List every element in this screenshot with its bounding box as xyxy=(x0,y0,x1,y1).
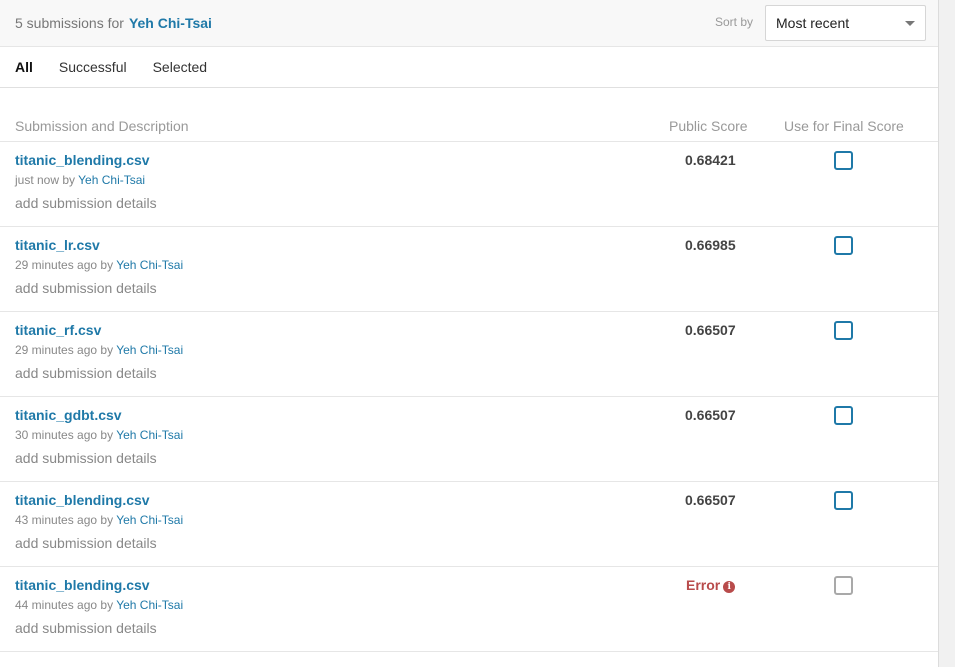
submission-meta: 29 minutes ago by Yeh Chi-Tsai xyxy=(15,258,183,272)
submission-user-link[interactable]: Yeh Chi-Tsai xyxy=(116,598,183,612)
add-details-link[interactable]: add submission details xyxy=(15,620,157,636)
filter-tabs: All Successful Selected xyxy=(0,47,938,88)
tab-all[interactable]: All xyxy=(15,59,33,75)
final-score-checkbox-disabled[interactable] xyxy=(834,576,853,595)
table-header: Submission and Description Public Score … xyxy=(0,88,938,142)
submission-time: just now by xyxy=(15,173,79,187)
public-score: 0.66985 xyxy=(685,237,736,253)
final-score-checkbox[interactable] xyxy=(834,151,853,170)
public-score: 0.68421 xyxy=(685,152,736,168)
column-header-final-score: Use for Final Score xyxy=(784,118,904,134)
sort-label: Sort by xyxy=(715,15,754,29)
submission-time: 43 minutes ago by xyxy=(15,513,117,527)
table-row: titanic_blending.csv just now by Yeh Chi… xyxy=(0,142,938,227)
add-details-link[interactable]: add submission details xyxy=(15,365,157,381)
add-details-link[interactable]: add submission details xyxy=(15,280,157,296)
submission-file-link[interactable]: titanic_blending.csv xyxy=(15,492,150,508)
submission-meta: 30 minutes ago by Yeh Chi-Tsai xyxy=(15,428,183,442)
submission-user-link[interactable]: Yeh Chi-Tsai xyxy=(116,513,183,527)
table-row: titanic_lr.csv 29 minutes ago by Yeh Chi… xyxy=(0,227,938,312)
public-score: 0.66507 xyxy=(685,322,736,338)
tab-successful[interactable]: Successful xyxy=(59,59,127,75)
column-header-public-score: Public Score xyxy=(669,118,748,134)
submission-user-link[interactable]: Yeh Chi-Tsai xyxy=(116,258,183,272)
submissions-panel: 5 submissions for Yeh Chi-Tsai Sort by M… xyxy=(0,0,939,667)
submission-count: 5 submissions for xyxy=(15,15,124,31)
final-score-checkbox[interactable] xyxy=(834,321,853,340)
submission-meta: 29 minutes ago by Yeh Chi-Tsai xyxy=(15,343,183,357)
submission-file-link[interactable]: titanic_gdbt.csv xyxy=(15,407,122,423)
column-header-description: Submission and Description xyxy=(15,118,189,134)
public-score: 0.66507 xyxy=(685,407,736,423)
submission-time: 30 minutes ago by xyxy=(15,428,117,442)
submission-meta: 43 minutes ago by Yeh Chi-Tsai xyxy=(15,513,183,527)
public-score: 0.66507 xyxy=(685,492,736,508)
table-row: titanic_blending.csv 44 minutes ago by Y… xyxy=(0,567,938,652)
tab-selected[interactable]: Selected xyxy=(153,59,207,75)
info-circle-icon[interactable]: i xyxy=(723,581,736,593)
submission-time: 29 minutes ago by xyxy=(15,343,117,357)
error-label: Error xyxy=(686,577,721,593)
chevron-down-icon xyxy=(905,21,915,26)
final-score-checkbox[interactable] xyxy=(834,236,853,255)
submission-file-link[interactable]: titanic_lr.csv xyxy=(15,237,100,253)
submission-meta: just now by Yeh Chi-Tsai xyxy=(15,173,145,187)
table-row: titanic_gdbt.csv 30 minutes ago by Yeh C… xyxy=(0,397,938,482)
submission-file-link[interactable]: titanic_blending.csv xyxy=(15,577,150,593)
final-score-checkbox[interactable] xyxy=(834,406,853,425)
final-score-checkbox[interactable] xyxy=(834,491,853,510)
submission-time: 44 minutes ago by xyxy=(15,598,117,612)
public-score-error: Error i xyxy=(686,577,736,593)
submission-time: 29 minutes ago by xyxy=(15,258,117,272)
add-details-link[interactable]: add submission details xyxy=(15,195,157,211)
add-details-link[interactable]: add submission details xyxy=(15,450,157,466)
submissions-header: 5 submissions for Yeh Chi-Tsai Sort by M… xyxy=(0,0,938,47)
submission-file-link[interactable]: titanic_rf.csv xyxy=(15,322,101,338)
add-details-link[interactable]: add submission details xyxy=(15,535,157,551)
submission-user-link[interactable]: Yeh Chi-Tsai xyxy=(78,173,145,187)
submission-user-link[interactable]: Yeh Chi-Tsai xyxy=(116,428,183,442)
scrollbar-gutter xyxy=(939,0,955,667)
submission-user-link[interactable]: Yeh Chi-Tsai xyxy=(116,343,183,357)
sort-select[interactable]: Most recent xyxy=(765,5,926,41)
table-row: titanic_rf.csv 29 minutes ago by Yeh Chi… xyxy=(0,312,938,397)
header-user-link[interactable]: Yeh Chi-Tsai xyxy=(129,15,212,31)
sort-select-value: Most recent xyxy=(776,15,850,31)
submission-file-link[interactable]: titanic_blending.csv xyxy=(15,152,150,168)
submission-meta: 44 minutes ago by Yeh Chi-Tsai xyxy=(15,598,183,612)
table-row: titanic_blending.csv 43 minutes ago by Y… xyxy=(0,482,938,567)
